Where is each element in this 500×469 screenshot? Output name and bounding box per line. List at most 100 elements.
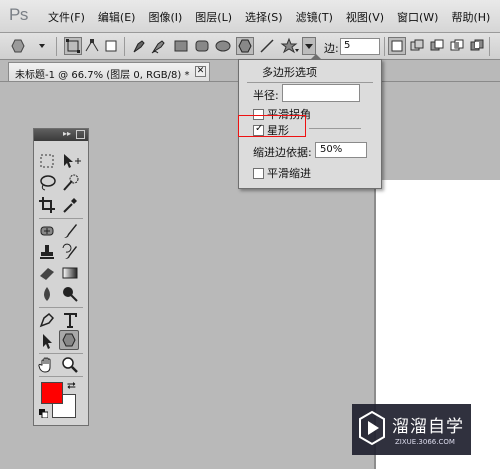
rectangle-button[interactable] <box>172 37 190 55</box>
move-tool[interactable] <box>60 151 81 171</box>
separator <box>124 37 125 56</box>
intersect-area-button[interactable] <box>448 37 466 55</box>
freeform-pen-icon <box>151 40 165 54</box>
tool-divider <box>39 353 83 354</box>
menu-image[interactable]: 图像(I) <box>148 9 182 25</box>
star-highlight-annotation <box>238 115 306 137</box>
path-selection-tool[interactable] <box>37 331 57 351</box>
radius-label: 半径: <box>253 89 279 102</box>
history-brush-tool[interactable] <box>60 242 80 262</box>
history-brush-icon <box>62 243 77 259</box>
brush-tool[interactable] <box>60 221 80 241</box>
smooth-indents-checkbox[interactable] <box>253 167 264 179</box>
paths-button[interactable] <box>83 37 101 55</box>
sides-label: 边: <box>324 42 339 55</box>
geometry-options-icon <box>305 44 313 49</box>
menu-window[interactable]: 窗口(W) <box>397 9 438 25</box>
menu-view[interactable]: 视图(V) <box>346 9 384 25</box>
freeform-pen-button[interactable] <box>150 37 168 55</box>
healing-brush-icon <box>40 226 54 236</box>
watermark-name: 溜溜自学 <box>392 417 464 437</box>
new-layer-button[interactable] <box>388 37 406 55</box>
polygon-shape-tool[interactable] <box>59 330 79 350</box>
polygon-icon <box>238 39 252 53</box>
gradient-tool[interactable] <box>60 263 80 283</box>
document-tab[interactable]: 未标题-1 @ 66.7% (图层 0, RGB/8) * ✕ <box>8 62 210 81</box>
custom-shape-icon <box>280 37 299 54</box>
pen-tool-button[interactable] <box>130 37 148 55</box>
rounded-rectangle-button[interactable] <box>193 37 211 55</box>
blur-tool[interactable] <box>37 284 57 304</box>
eraser-icon <box>40 268 54 280</box>
sides-input[interactable]: 5 <box>340 38 380 55</box>
paths-icon <box>85 39 99 52</box>
menu-filter[interactable]: 滤镜(T) <box>296 9 333 25</box>
quick-selection-tool[interactable] <box>60 173 80 193</box>
menu-file[interactable]: 文件(F) <box>48 9 85 25</box>
fill-pixels-button[interactable] <box>102 37 120 55</box>
menu-layer[interactable]: 图层(L) <box>195 9 232 25</box>
dodge-tool[interactable] <box>60 284 80 304</box>
radius-input[interactable] <box>282 84 360 102</box>
popup-pointer <box>310 54 322 60</box>
marquee-tool[interactable] <box>37 151 57 171</box>
tool-preset-picker[interactable] <box>6 37 50 55</box>
lasso-tool[interactable] <box>37 173 57 193</box>
menu-select[interactable]: 选择(S) <box>245 9 283 25</box>
blur-icon <box>44 287 50 301</box>
tool-divider <box>39 307 83 308</box>
quick-selection-icon <box>63 174 79 191</box>
close-icon[interactable]: ✕ <box>195 66 206 77</box>
zoom-tool[interactable] <box>60 355 80 375</box>
tool-divider <box>39 218 83 219</box>
menu-bar: Ps 文件(F) 编辑(E) 图像(I) 图层(L) 选择(S) 滤镜(T) 视… <box>0 0 500 33</box>
indent-label: 缩进边依据: <box>253 146 312 159</box>
foreground-color-swatch[interactable] <box>41 382 63 404</box>
shape-layers-icon <box>66 39 80 53</box>
lasso-icon <box>40 175 56 191</box>
subtract-area-button[interactable] <box>428 37 446 55</box>
polygon-button[interactable] <box>236 37 254 55</box>
geometry-options-dropdown[interactable] <box>302 37 316 55</box>
new-layer-icon <box>391 40 403 52</box>
healing-brush-tool[interactable] <box>37 221 57 241</box>
menu-edit[interactable]: 编辑(E) <box>98 9 136 25</box>
separator <box>56 37 57 56</box>
eyedropper-tool[interactable] <box>60 195 80 215</box>
marquee-icon <box>40 154 54 168</box>
smooth-indents-row[interactable]: 平滑缩进 <box>253 165 311 181</box>
ellipse-button[interactable] <box>214 37 232 55</box>
exclude-icon <box>470 39 484 51</box>
tools-panel-header[interactable]: ▸▸ <box>34 129 88 141</box>
separator <box>489 37 490 56</box>
type-icon <box>64 313 77 328</box>
clone-stamp-tool[interactable] <box>37 242 57 262</box>
panel-close-icon[interactable] <box>76 130 85 139</box>
eraser-tool[interactable] <box>37 263 57 283</box>
rounded-rectangle-icon <box>195 40 209 52</box>
polygon-tool-icon <box>62 333 76 347</box>
add-area-button[interactable] <box>408 37 426 55</box>
collapse-arrows-icon[interactable]: ▸▸ <box>63 129 71 138</box>
custom-shape-button[interactable] <box>280 37 299 55</box>
clone-stamp-icon <box>40 245 54 259</box>
watermark-url: ZIXUE.3066.COM <box>395 438 455 446</box>
default-colors-icon[interactable] <box>39 409 48 418</box>
polygon-preset-icon <box>11 39 45 53</box>
fill-pixels-icon <box>105 40 117 52</box>
line-button[interactable] <box>258 37 276 55</box>
type-tool[interactable] <box>60 310 80 330</box>
radius-row: 半径: <box>253 87 279 103</box>
pen-tool[interactable] <box>37 310 57 330</box>
play-logo-icon <box>359 410 385 446</box>
indent-input[interactable]: 50% <box>315 142 367 158</box>
swap-colors-icon[interactable]: ⮂ <box>67 379 76 393</box>
exclude-area-button[interactable] <box>468 37 486 55</box>
menu-help[interactable]: 帮助(H) <box>451 9 490 25</box>
gradient-icon <box>62 267 78 279</box>
subtract-icon <box>430 39 444 51</box>
polygon-options-title: 多边形选项 <box>262 66 317 79</box>
crop-tool[interactable] <box>37 195 57 215</box>
hand-tool[interactable] <box>37 355 57 375</box>
shape-layers-button[interactable] <box>64 37 82 55</box>
